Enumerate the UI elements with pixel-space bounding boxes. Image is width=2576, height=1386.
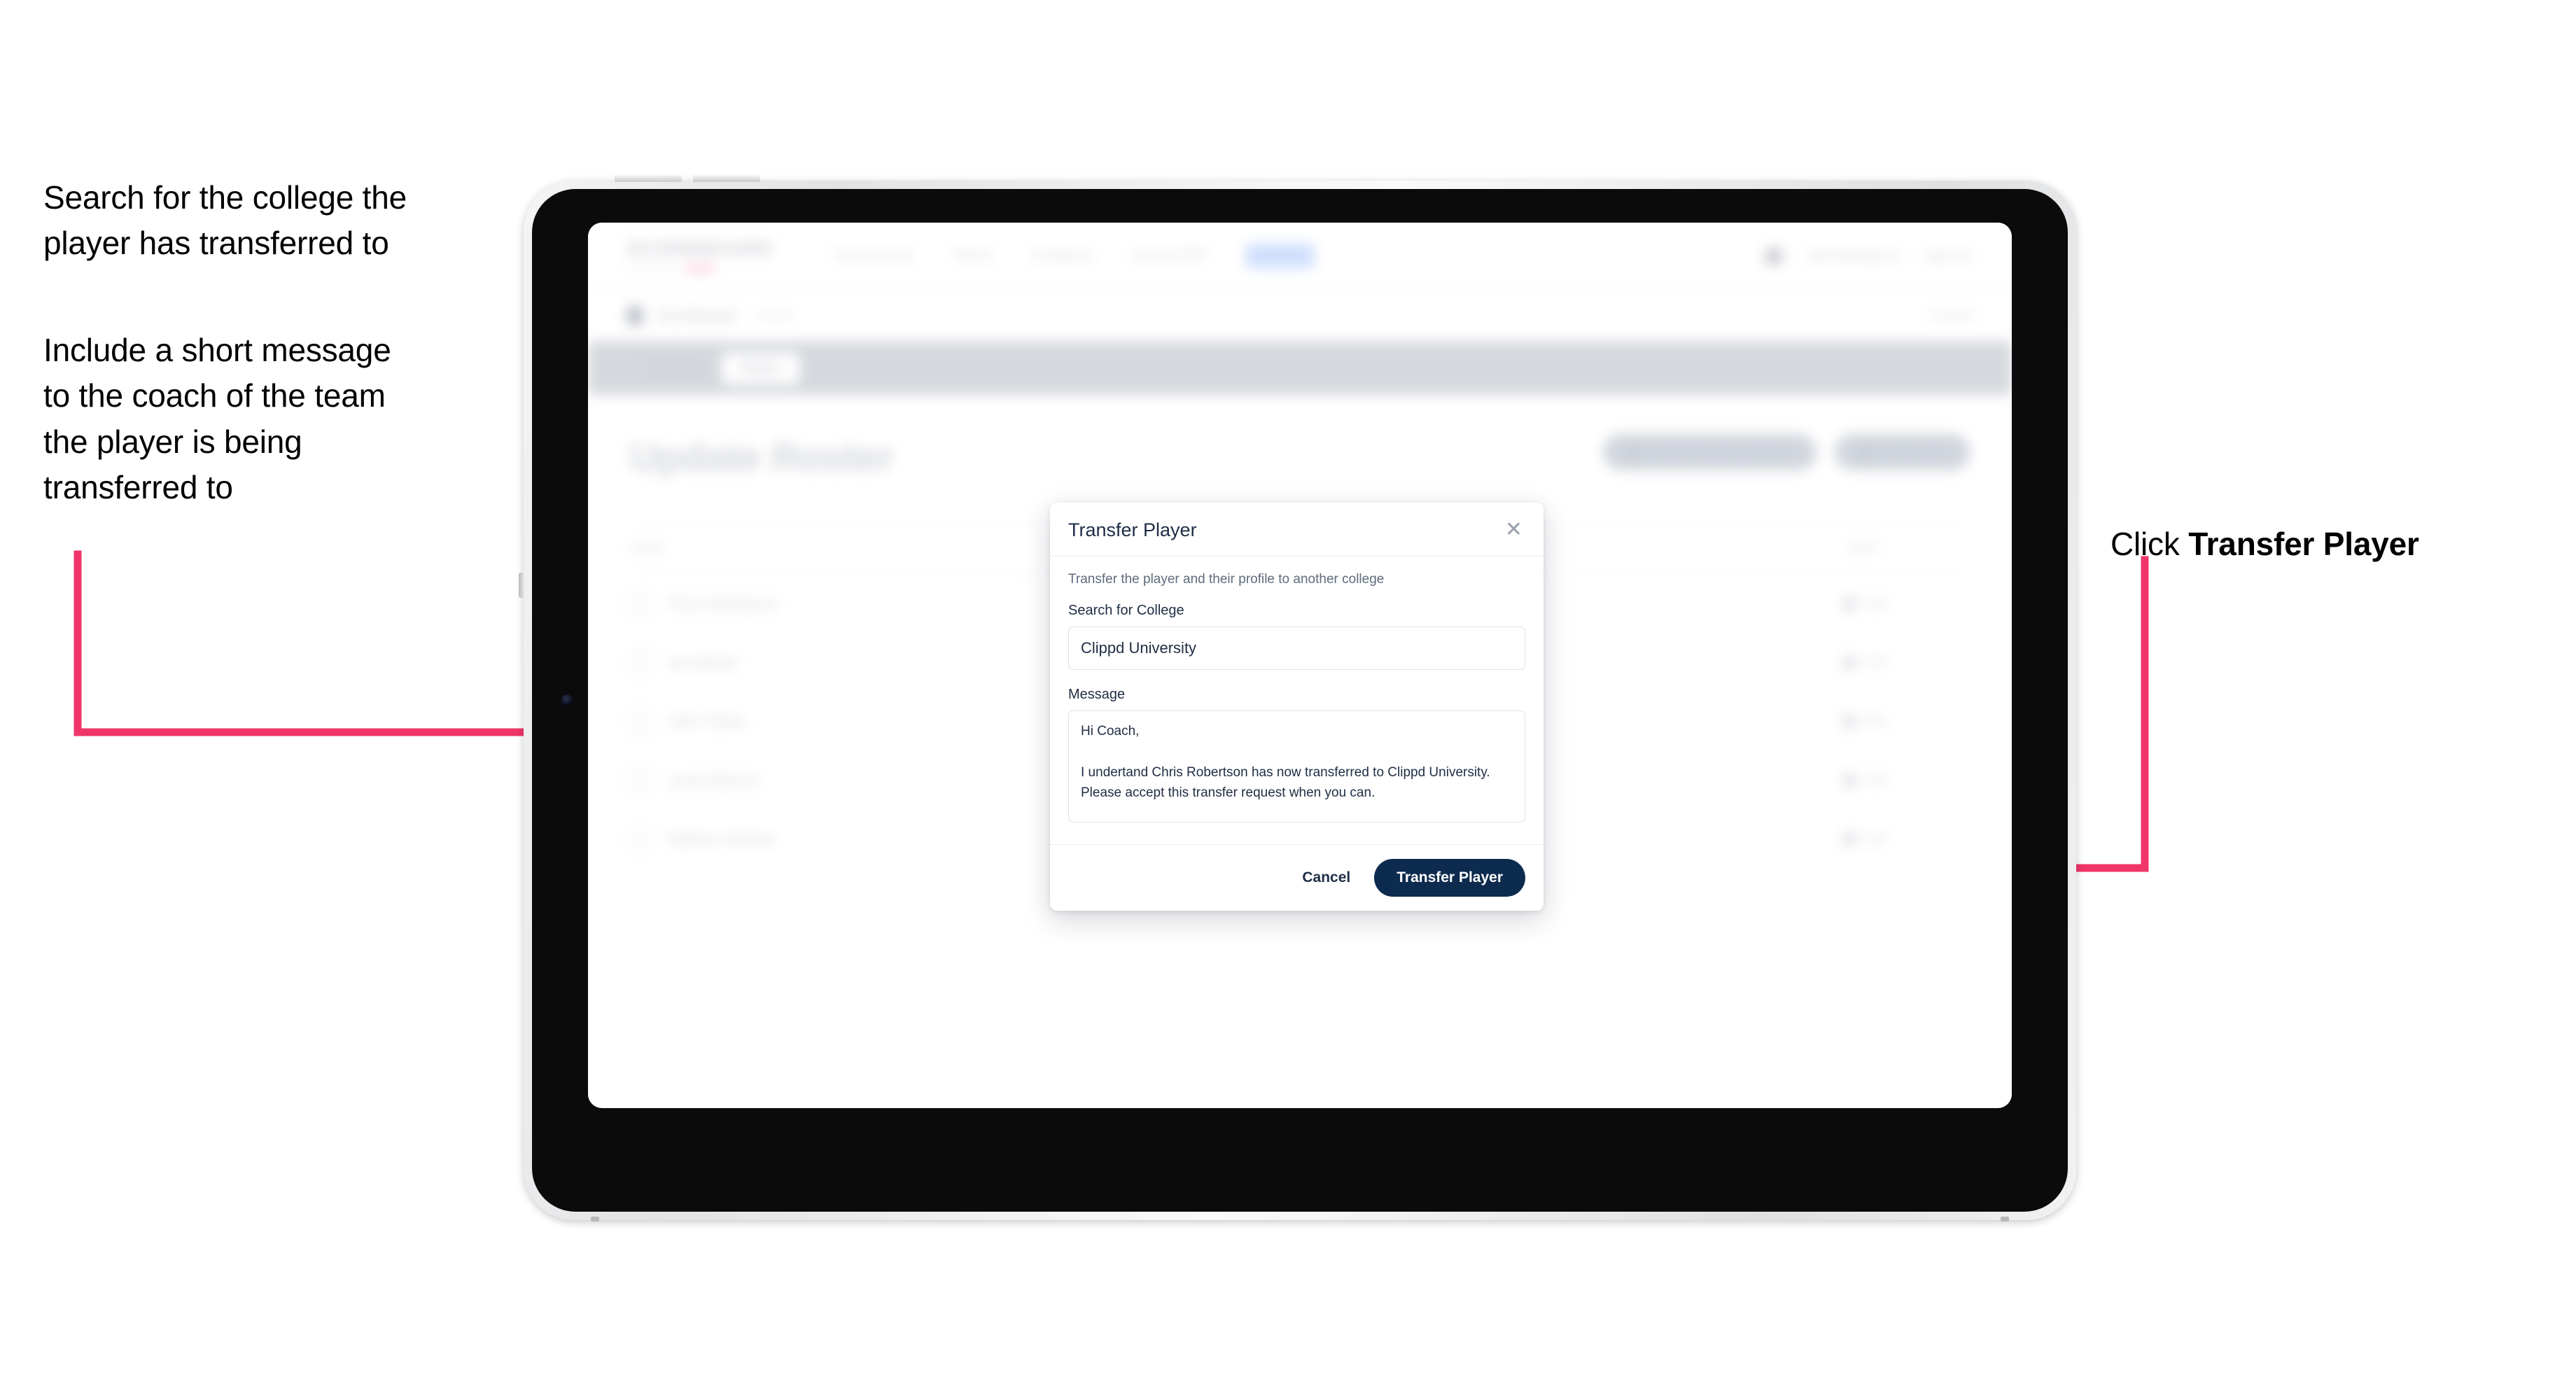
cancel-button[interactable]: Cancel [1299, 865, 1353, 890]
row-checkbox[interactable] [630, 593, 650, 615]
scoreboard-icon [627, 306, 643, 325]
message-field-label: Message [1068, 687, 1126, 702]
request-player-transfer-label: Request Player Transfer [1648, 444, 1792, 459]
annotation-right-prefix: Click [2110, 526, 2189, 563]
power-button[interactable] [519, 573, 524, 598]
row-edit-action[interactable]: Edit [1760, 653, 1970, 672]
row-checkbox[interactable] [630, 769, 650, 791]
player-name: Ian Winter [668, 653, 738, 671]
refresh-icon [1628, 447, 1640, 458]
volume-up-button[interactable] [615, 174, 682, 182]
app-logo-text: SCOREBOARD [627, 238, 773, 259]
modal-footer: Cancel Transfer Player [1050, 844, 1544, 911]
app-tabbar: Overview Roster [588, 342, 2012, 395]
device-foot-left [591, 1217, 599, 1222]
player-name: Chris Robertson [668, 594, 779, 612]
nav-item-tournaments[interactable]: Tournaments [833, 248, 914, 264]
sign-out-link[interactable]: Sign Out [1924, 248, 1973, 263]
app-subbar-left: Scoreboard Admin [627, 306, 796, 325]
player-name: John Taylor [668, 712, 747, 730]
modal-title: Transfer Player [1068, 519, 1197, 540]
row-checkbox[interactable] [630, 710, 650, 732]
search-college-input[interactable] [1068, 626, 1525, 670]
app-logo[interactable]: SCOREBOARD powered by clippd [627, 238, 773, 274]
nav-item-teams[interactable]: Teams [951, 248, 993, 264]
app-subbar-meta: Admin [755, 307, 796, 323]
edit-label: Edit [1863, 596, 1887, 611]
pencil-icon [1840, 594, 1858, 613]
nav-item-roster[interactable]: Roster [1245, 244, 1315, 268]
close-icon[interactable]: ✕ [1502, 518, 1525, 542]
modal-body: Transfer the player and their profile to… [1050, 556, 1544, 844]
college-field-group: Search for College [1068, 603, 1525, 670]
transfer-player-modal: Transfer Player ✕ Transfer the player an… [1050, 503, 1544, 911]
row-checkbox[interactable] [630, 828, 650, 850]
message-field-group: Message [1068, 687, 1525, 826]
transfer-player-button[interactable]: Transfer Player [1374, 859, 1525, 897]
row-edit-action[interactable]: Edit [1760, 830, 1970, 848]
plus-icon [1860, 447, 1872, 458]
add-player-button[interactable]: Add Player [1835, 434, 1970, 470]
account-email[interactable]: admin@clippd.io [1807, 248, 1900, 263]
app-page-actions: Request Player Transfer Add Player [1603, 434, 1970, 470]
nav-item-send-a-pdf[interactable]: Send a PDF [1131, 248, 1208, 264]
app-topbar: SCOREBOARD powered by clippd Tournaments… [588, 223, 2012, 290]
device-foot-right [2001, 1217, 2009, 1222]
player-name: Lewis Barnes [668, 771, 761, 789]
pencil-icon [1840, 712, 1858, 731]
app-footer: Save Roster Changes [630, 953, 1970, 1108]
modal-header: Transfer Player ✕ [1050, 503, 1544, 556]
front-camera-icon [561, 694, 573, 706]
pencil-icon [1840, 653, 1858, 672]
annotation-click-transfer-player: Click Transfer Player [2110, 476, 2544, 568]
pencil-icon [1840, 830, 1858, 848]
row-edit-action[interactable]: Edit [1760, 771, 1970, 790]
request-player-transfer-button[interactable]: Request Player Transfer [1603, 434, 1817, 470]
edit-label: Edit [1863, 713, 1887, 729]
row-edit-action[interactable]: Edit [1760, 712, 1970, 731]
annotation-search-college: Search for the college the player has tr… [43, 179, 407, 262]
player-name: Nathan Holmes [668, 830, 774, 848]
volume-down-button[interactable] [693, 174, 760, 182]
app-main-nav: Tournaments Teams Invitations Send a PDF… [833, 244, 1315, 268]
edit-label: Edit [1863, 654, 1887, 670]
app-logo-powered-by: powered by [627, 263, 678, 273]
tab-roster[interactable]: Roster [722, 352, 800, 384]
nav-item-invitations[interactable]: Invitations [1030, 248, 1093, 264]
add-player-label: Add Player [1879, 444, 1945, 459]
annotation-right-bold: Transfer Player [2188, 526, 2419, 563]
screenshot-canvas: Search for the college the player has tr… [0, 0, 2576, 1386]
avatar[interactable] [1764, 246, 1783, 265]
row-checkbox[interactable] [630, 652, 650, 673]
college-field-label: Search for College [1068, 603, 1184, 618]
modal-description: Transfer the player and their profile to… [1068, 572, 1385, 587]
app-subbar-title: Scoreboard [657, 306, 736, 324]
app-topbar-right: admin@clippd.io Sign Out [1764, 246, 1973, 265]
app-logo-brand-badge: clippd [683, 262, 717, 274]
pencil-icon [1840, 771, 1858, 790]
tab-overview[interactable]: Overview [627, 353, 722, 384]
app-subbar: Scoreboard Admin Cancel [588, 290, 2012, 342]
annotation-include-message: Include a short message to the coach of … [43, 332, 391, 505]
app-logo-subtitle: powered by clippd [627, 262, 773, 274]
app-subbar-cancel[interactable]: Cancel [1929, 307, 1973, 323]
row-edit-action[interactable]: Edit [1760, 594, 1970, 613]
edit-label: Edit [1863, 831, 1887, 846]
edit-label: Edit [1863, 772, 1887, 788]
column-header-edit: EDIT [1849, 541, 1880, 556]
message-textarea[interactable] [1068, 710, 1525, 822]
